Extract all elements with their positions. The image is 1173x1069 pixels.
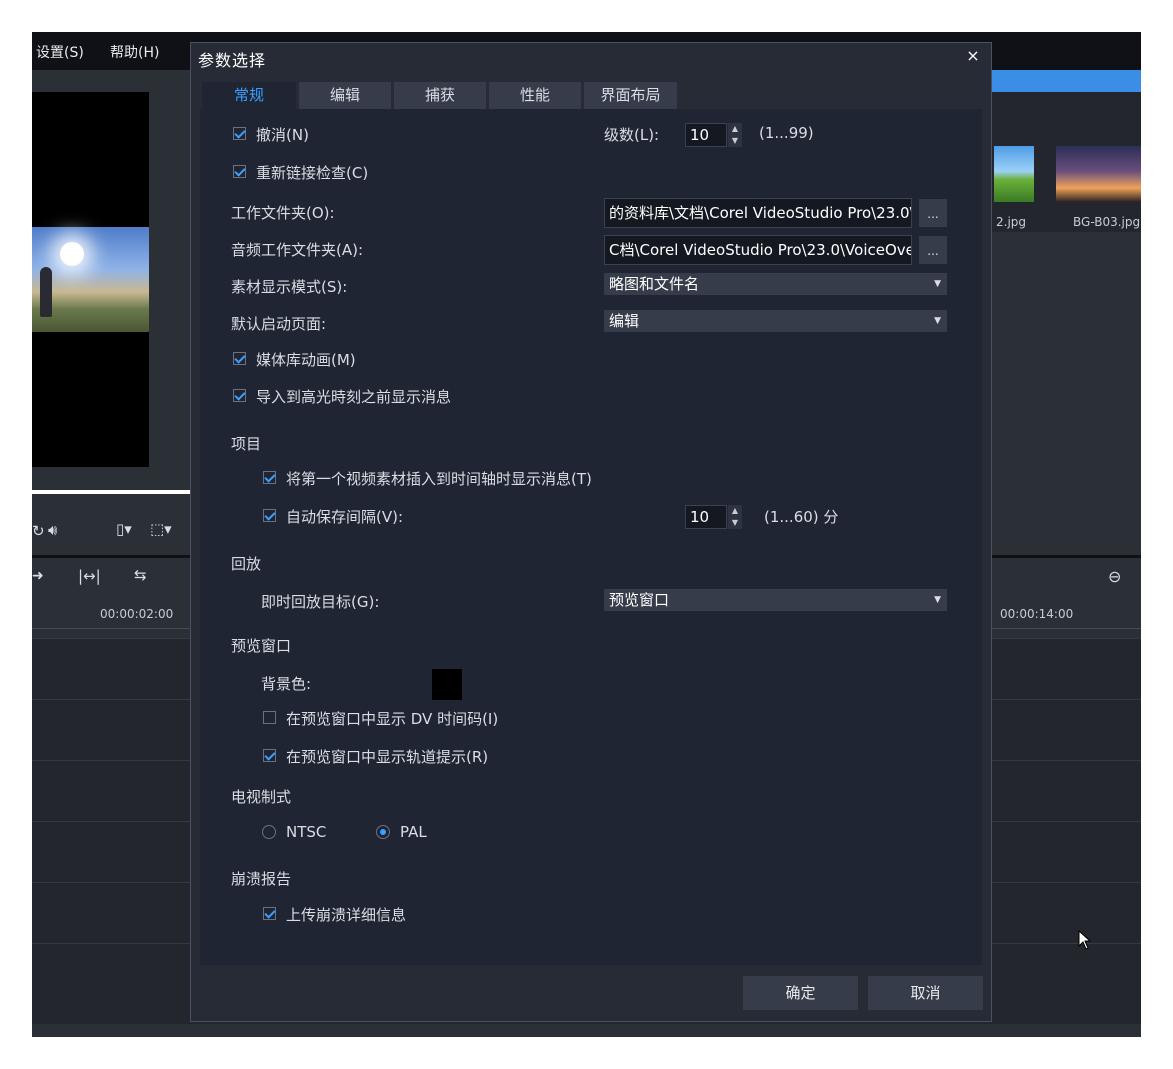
tab-capture[interactable]: 捕获	[394, 82, 486, 109]
menu-settings[interactable]: 设置(S)	[36, 42, 84, 62]
close-button[interactable]: ×	[963, 46, 983, 66]
insert-message-label: 将第一个视频素材插入到时间轴时显示消息(T)	[286, 470, 592, 488]
highlight-message-checkbox[interactable]	[233, 389, 246, 402]
autosave-input[interactable]: 10	[685, 505, 727, 529]
dv-timecode-label: 在预览窗口中显示 DV 时间码(I)	[286, 710, 499, 728]
accent-strip	[992, 70, 1141, 92]
dialog-title: 参数选择	[198, 51, 267, 70]
default-page-select[interactable]: 编辑 ▼	[604, 310, 947, 332]
spin-down-icon[interactable]: ▼	[728, 135, 742, 147]
zoom-out-icon[interactable]: ⊖	[1108, 567, 1121, 586]
thumbnail-label: 2.jpg	[996, 215, 1027, 229]
crop-icon[interactable]: ⬚▾	[150, 520, 172, 538]
playback-heading: 回放	[231, 555, 262, 573]
device-icon[interactable]: ▯▾	[116, 520, 132, 538]
fit-project-icon[interactable]: ⇆	[134, 566, 147, 584]
audio-folder-input[interactable]: C档\Corel VideoStudio Pro\23.0\VoiceOver\	[604, 235, 912, 265]
ruler-time: 00:00:14:00	[1000, 607, 1074, 621]
highlight-message-label: 导入到高光時刻之前显示消息	[256, 388, 452, 406]
scrub-bar[interactable]	[32, 490, 190, 494]
work-folder-label: 工作文件夹(O):	[231, 204, 335, 222]
tab-layout[interactable]: 界面布局	[584, 82, 677, 109]
upload-crash-label: 上传崩溃详细信息	[286, 906, 407, 924]
menu-help[interactable]: 帮助(H)	[110, 42, 159, 62]
dropdown-arrow-icon: ▼	[934, 595, 941, 605]
audio-folder-label: 音频工作文件夹(A):	[231, 241, 364, 259]
levels-label: 级数(L):	[604, 126, 660, 144]
tab-edit[interactable]: 编辑	[299, 82, 391, 109]
ntsc-radio[interactable]	[262, 825, 276, 839]
display-mode-label: 素材显示模式(S):	[231, 278, 348, 296]
ntsc-label: NTSC	[286, 823, 327, 841]
levels-range: (1...99)	[759, 124, 814, 142]
dv-timecode-checkbox[interactable]	[263, 711, 276, 724]
default-page-value: 编辑	[609, 312, 640, 330]
mouse-cursor-icon	[1078, 930, 1092, 950]
spin-up-icon[interactable]: ▲	[728, 123, 742, 135]
library-thumbnail[interactable]	[1056, 146, 1141, 202]
preview-heading: 预览窗口	[231, 637, 292, 655]
person-graphic	[40, 267, 52, 317]
background-color-label: 背景色:	[261, 675, 312, 693]
sun-graphic	[60, 242, 84, 266]
background-color-swatch[interactable]	[432, 669, 462, 700]
playback-target-label: 即时回放目标(G):	[261, 593, 380, 611]
dropdown-arrow-icon: ▼	[934, 279, 941, 289]
work-folder-input[interactable]: 的资料库\文档\Corel VideoStudio Pro\23.0\	[604, 198, 912, 228]
repeat-icon[interactable]: ↻	[32, 522, 45, 540]
autosave-label: 自动保存间隔(V):	[286, 508, 404, 526]
playback-target-value: 预览窗口	[609, 591, 670, 609]
relink-checkbox[interactable]	[233, 165, 246, 178]
default-page-label: 默认启动页面:	[231, 315, 327, 333]
autosave-checkbox[interactable]	[263, 509, 276, 522]
ruler-time: 00:00:02:00	[100, 607, 174, 621]
autosave-stepper[interactable]: ▲ ▼	[728, 505, 742, 529]
display-mode-value: 略图和文件名	[609, 275, 700, 293]
upload-crash-checkbox[interactable]	[263, 907, 276, 920]
library-animation-label: 媒体库动画(M)	[256, 351, 356, 369]
undo-label: 撤消(N)	[256, 126, 309, 144]
project-heading: 项目	[231, 435, 262, 453]
spin-down-icon[interactable]: ▼	[728, 517, 742, 529]
library-animation-checkbox[interactable]	[233, 352, 246, 365]
preview-controls: ↻ 🔊︎ ▯▾ ⬚▾	[32, 510, 190, 554]
general-panel: 撤消(N) 级数(L): 10 ▲ ▼ (1...99) 重新链接检查(C) 工…	[200, 109, 982, 965]
track-hint-label: 在预览窗口中显示轨道提示(R)	[286, 748, 489, 766]
track-hint-checkbox[interactable]	[263, 749, 276, 762]
playback-target-select[interactable]: 预览窗口 ▼	[604, 589, 947, 611]
levels-stepper[interactable]: ▲ ▼	[728, 123, 742, 147]
spin-up-icon[interactable]: ▲	[728, 505, 742, 517]
arrow-icon[interactable]: ➜	[32, 568, 44, 584]
dropdown-arrow-icon: ▼	[934, 316, 941, 326]
pal-radio[interactable]	[376, 825, 390, 839]
pal-label: PAL	[400, 823, 427, 841]
thumbnail-label: BG-B03.jpg	[1073, 215, 1141, 229]
audio-folder-browse-button[interactable]: ...	[919, 236, 947, 264]
tv-standard-heading: 电视制式	[231, 788, 292, 806]
levels-input[interactable]: 10	[685, 123, 727, 147]
ok-button[interactable]: 确定	[743, 976, 858, 1010]
cancel-button[interactable]: 取消	[868, 976, 983, 1010]
tab-general[interactable]: 常规	[202, 82, 296, 109]
volume-icon[interactable]: 🔊︎	[48, 521, 57, 539]
undo-checkbox[interactable]	[233, 127, 246, 140]
tab-performance[interactable]: 性能	[489, 82, 581, 109]
library-thumbnail[interactable]	[994, 146, 1034, 202]
work-folder-browse-button[interactable]: ...	[919, 199, 947, 227]
library-toolbar	[992, 92, 1141, 122]
fit-width-icon[interactable]: |↔|	[78, 567, 101, 585]
insert-message-checkbox[interactable]	[263, 471, 276, 484]
crash-report-heading: 崩溃报告	[231, 870, 292, 888]
display-mode-select[interactable]: 略图和文件名 ▼	[604, 273, 947, 295]
relink-label: 重新链接检查(C)	[256, 164, 369, 182]
autosave-range: (1...60) 分	[764, 508, 839, 526]
preferences-dialog: 参数选择 × 常规 编辑 捕获 性能 界面布局 撤消(N) 级数(L): 10 …	[190, 42, 992, 1022]
